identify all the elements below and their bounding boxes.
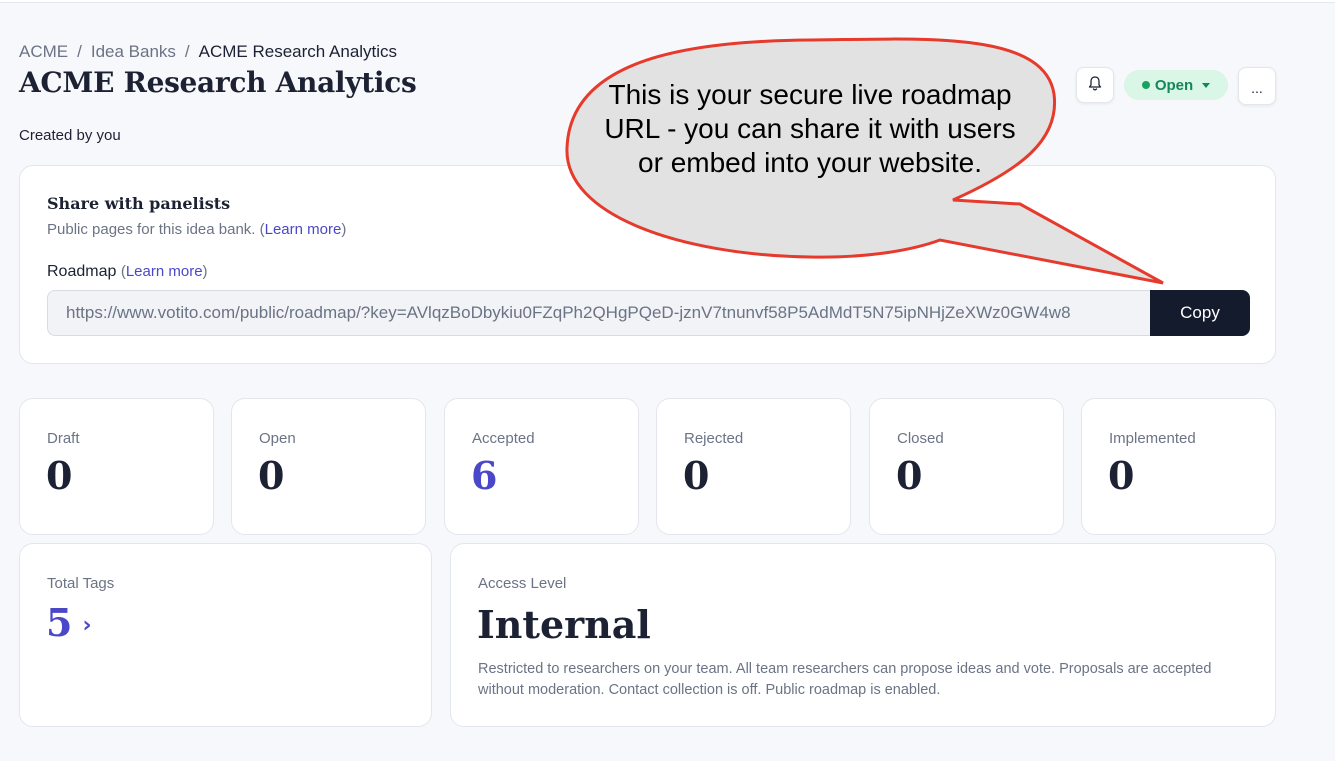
roadmap-learn-more-link[interactable]: Learn more bbox=[126, 263, 203, 280]
stat-card-rejected[interactable]: Rejected 0 bbox=[656, 398, 851, 535]
top-bar bbox=[0, 0, 1335, 3]
share-title: Share with panelists bbox=[47, 194, 231, 213]
breadcrumb-item-current: ACME Research Analytics bbox=[198, 42, 398, 61]
stat-value: 0 bbox=[258, 453, 285, 498]
stat-value: 0 bbox=[683, 453, 710, 498]
access-level-label: Access Level bbox=[478, 575, 567, 592]
stat-value: 6 bbox=[471, 453, 498, 498]
breadcrumb-separator: / bbox=[184, 42, 190, 61]
created-by-text: Created by you bbox=[19, 127, 121, 144]
status-dot-icon bbox=[1141, 81, 1150, 89]
stat-card-draft[interactable]: Draft 0 bbox=[19, 398, 214, 535]
stat-card-closed[interactable]: Closed 0 bbox=[869, 398, 1064, 535]
stat-card-accepted[interactable]: Accepted 6 bbox=[444, 398, 639, 535]
total-tags-value: 5 bbox=[46, 600, 73, 645]
total-tags-label: Total Tags bbox=[47, 575, 115, 592]
share-description-text: Public pages for this idea bank. ( bbox=[47, 221, 265, 238]
chevron-right-icon: › bbox=[82, 613, 92, 638]
caret-down-icon bbox=[1202, 82, 1211, 88]
breadcrumb-separator: / bbox=[77, 42, 82, 61]
stat-label: Rejected bbox=[684, 430, 744, 447]
total-tags-card: Total Tags 5 › bbox=[19, 543, 432, 727]
roadmap-label: Roadmap (Learn more) bbox=[47, 263, 208, 281]
share-description-close: ) bbox=[341, 221, 347, 238]
learn-more-link[interactable]: Learn more bbox=[265, 221, 342, 238]
notifications-button[interactable] bbox=[1076, 67, 1114, 103]
roadmap-learn-more-close: ) bbox=[202, 263, 208, 280]
access-level-description: Restricted to researchers on your team. … bbox=[478, 661, 1212, 698]
breadcrumb-item-idea-banks[interactable]: Idea Banks bbox=[91, 42, 176, 61]
stat-label: Draft bbox=[47, 430, 80, 447]
access-level-card: Access Level Internal Restricted to rese… bbox=[450, 543, 1276, 727]
callout-text: This is your secure live roadmap URL - y… bbox=[604, 79, 1016, 178]
stat-value: 0 bbox=[1108, 453, 1135, 498]
stat-label: Accepted bbox=[472, 430, 535, 447]
breadcrumb: ACME / Idea Banks / ACME Research Analytics bbox=[19, 42, 397, 62]
roadmap-label-text: Roadmap bbox=[47, 263, 117, 280]
stat-label: Open bbox=[259, 430, 296, 447]
total-tags-link[interactable]: 5 › bbox=[46, 600, 92, 645]
breadcrumb-item-acme[interactable]: ACME bbox=[19, 42, 68, 61]
stat-value: 0 bbox=[46, 453, 73, 498]
share-description: Public pages for this idea bank. (Learn … bbox=[47, 221, 346, 238]
stat-label: Closed bbox=[897, 430, 944, 447]
copy-button[interactable]: Copy bbox=[1150, 290, 1250, 336]
bell-icon bbox=[1087, 75, 1103, 95]
stat-value: 0 bbox=[896, 453, 923, 498]
roadmap-url-field[interactable] bbox=[47, 290, 1151, 336]
access-level-value: Internal bbox=[477, 602, 651, 647]
page-title: ACME Research Analytics bbox=[19, 66, 417, 99]
status-label: Open bbox=[1154, 76, 1194, 94]
status-dropdown[interactable]: Open bbox=[1124, 70, 1228, 100]
more-options-button[interactable]: ... bbox=[1238, 67, 1276, 105]
stat-card-implemented[interactable]: Implemented 0 bbox=[1081, 398, 1276, 535]
stat-card-open[interactable]: Open 0 bbox=[231, 398, 426, 535]
stat-label: Implemented bbox=[1109, 430, 1196, 447]
